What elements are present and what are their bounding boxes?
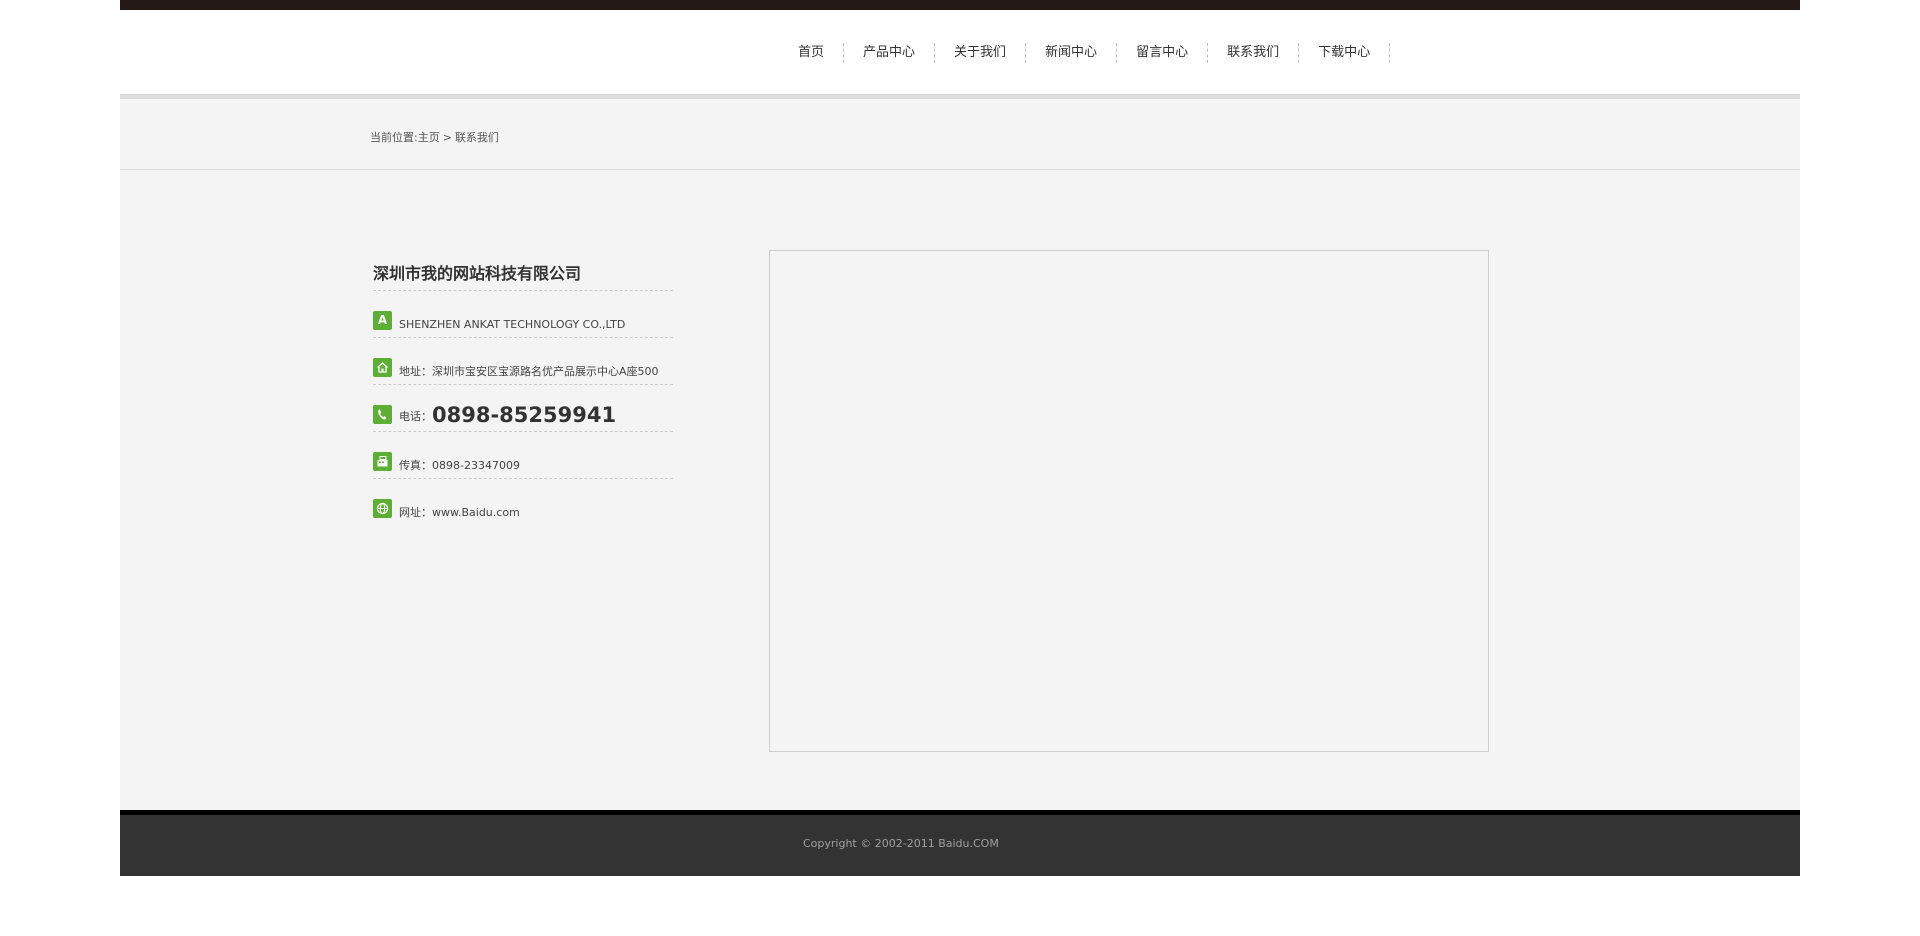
nav-item-products[interactable]: 产品中心 xyxy=(844,43,936,63)
phone-text: 电话：0898-85259941 xyxy=(399,401,616,431)
breadcrumb-prefix: 当前位置: xyxy=(370,131,418,144)
company-name-en: SHENZHEN ANKAT TECHNOLOGY CO.,LTD xyxy=(399,318,626,331)
fax-row: 传真：0898-23347009 xyxy=(373,432,673,479)
website-text: 网址：www.Baidu.com xyxy=(399,505,520,521)
website-label: 网址： xyxy=(399,506,432,519)
contact-info: 深圳市我的网站科技有限公司 A SHENZHEN ANKAT TECHNOLOG… xyxy=(373,260,673,525)
map-frame[interactable] xyxy=(769,250,1489,752)
page: 首页 产品中心 关于我们 新闻中心 留言中心 联系我们 下载中心 当前位置:主页… xyxy=(120,0,1800,876)
globe-icon xyxy=(373,499,392,518)
fax-label: 传真： xyxy=(399,459,432,472)
address-row: 地址：深圳市宝安区宝源路名优产品展示中心A座500 xyxy=(373,338,673,385)
company-name: 深圳市我的网站科技有限公司 xyxy=(373,260,673,291)
phone-label: 电话： xyxy=(399,410,432,423)
footer: Copyright © 2002-2011 Baidu.COM xyxy=(120,815,1800,876)
nav-item-about[interactable]: 关于我们 xyxy=(935,43,1027,63)
phone-icon xyxy=(373,405,392,424)
breadcrumb-home-link[interactable]: 主页 xyxy=(418,131,440,144)
website-link[interactable]: www.Baidu.com xyxy=(432,506,520,519)
top-bar xyxy=(120,0,1800,10)
nav-item-home[interactable]: 首页 xyxy=(779,43,845,63)
phone-row: 电话：0898-85259941 xyxy=(373,385,673,432)
breadcrumb-bar: 当前位置:主页 > 联系我们 xyxy=(120,99,1800,170)
fax-icon xyxy=(373,452,392,471)
copyright-text: Copyright © 2002-2011 Baidu.COM xyxy=(803,837,999,850)
breadcrumb: 当前位置:主页 > 联系我们 xyxy=(370,129,499,145)
main-nav: 首页 产品中心 关于我们 新闻中心 留言中心 联系我们 下载中心 xyxy=(779,42,1391,64)
breadcrumb-separator: > xyxy=(442,131,452,144)
breadcrumb-current: 联系我们 xyxy=(454,131,499,144)
address-value: 深圳市宝安区宝源路名优产品展示中心A座500 xyxy=(432,365,659,378)
fax-text: 传真：0898-23347009 xyxy=(399,458,520,474)
nav-item-contact[interactable]: 联系我们 xyxy=(1208,43,1300,63)
nav-item-news[interactable]: 新闻中心 xyxy=(1026,43,1118,63)
address-label: 地址： xyxy=(399,365,432,378)
address-text: 地址：深圳市宝安区宝源路名优产品展示中心A座500 xyxy=(399,364,659,380)
home-icon xyxy=(373,358,392,377)
header: 首页 产品中心 关于我们 新闻中心 留言中心 联系我们 下载中心 xyxy=(120,10,1800,94)
letter-a-icon: A xyxy=(373,311,392,330)
fax-value: 0898-23347009 xyxy=(432,459,520,472)
website-row: 网址：www.Baidu.com xyxy=(373,479,673,525)
main-content: 深圳市我的网站科技有限公司 A SHENZHEN ANKAT TECHNOLOG… xyxy=(120,170,1800,810)
nav-item-downloads[interactable]: 下载中心 xyxy=(1299,43,1391,63)
company-name-en-row: A SHENZHEN ANKAT TECHNOLOGY CO.,LTD xyxy=(373,291,673,338)
nav-item-messages[interactable]: 留言中心 xyxy=(1117,43,1209,63)
phone-number: 0898-85259941 xyxy=(432,403,617,427)
